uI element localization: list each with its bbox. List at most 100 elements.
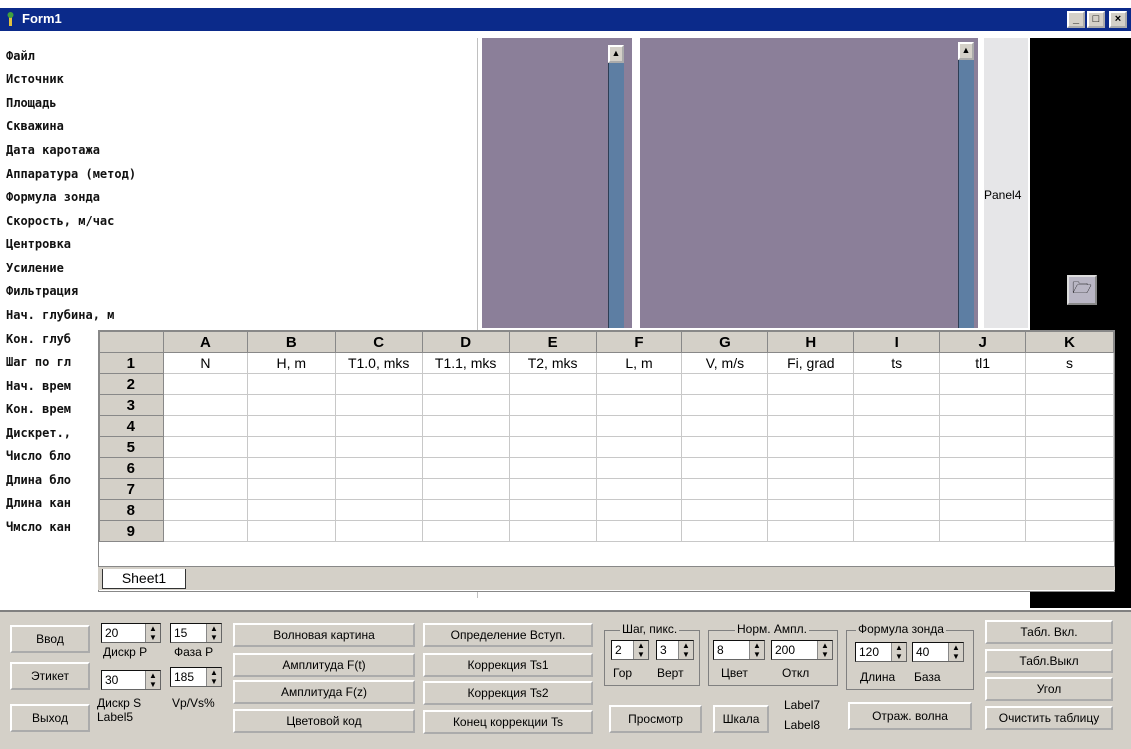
sheet-cell[interactable] <box>853 415 941 437</box>
sheet-cell[interactable] <box>767 415 855 437</box>
info-item[interactable]: Длина бло <box>6 473 71 487</box>
sheet-cell[interactable] <box>1025 499 1114 521</box>
sheet-cell[interactable] <box>334 478 423 500</box>
sheet-cell[interactable] <box>767 436 855 458</box>
table-off-button[interactable]: Табл.Выкл <box>985 649 1113 673</box>
sheet-cell[interactable] <box>246 499 336 521</box>
sheet-cell[interactable] <box>939 499 1027 521</box>
color-code-button[interactable]: Цветовой код <box>233 709 415 733</box>
spin-arrows-icon[interactable]: ▲ ▼ <box>206 668 221 686</box>
sheet-cell[interactable] <box>246 415 336 437</box>
sheet-cell[interactable] <box>246 478 336 500</box>
info-item[interactable]: Чмсло кан <box>6 520 71 534</box>
column-header[interactable]: F <box>595 331 683 353</box>
row-header[interactable]: 6 <box>99 457 164 479</box>
base-spinner[interactable]: 40 ▲ ▼ <box>912 642 964 662</box>
sheet-cell[interactable] <box>421 520 510 542</box>
info-item[interactable]: Файл <box>6 49 35 63</box>
column-header[interactable]: E <box>508 331 597 353</box>
preview-button[interactable]: Просмотр <box>609 705 702 733</box>
sheet-cell[interactable] <box>767 499 855 521</box>
sheet-cell[interactable] <box>767 520 855 542</box>
spin-arrows-icon[interactable]: ▲ ▼ <box>948 643 963 661</box>
sheet-cell[interactable] <box>681 520 769 542</box>
info-item[interactable]: Длина кан <box>6 496 71 510</box>
sheet-cell[interactable] <box>508 373 597 395</box>
info-item[interactable]: Фильтрация <box>6 284 78 298</box>
spin-arrows-icon[interactable]: ▲ ▼ <box>206 624 221 642</box>
wave-left-scrollbar[interactable] <box>608 45 624 328</box>
info-item[interactable]: Кон. глуб <box>6 332 71 346</box>
faza-p-spinner[interactable]: 15 ▲ ▼ <box>170 623 222 643</box>
wave-right-scrollbar[interactable] <box>958 42 974 328</box>
sheet-cell[interactable] <box>162 499 248 521</box>
sheet-cell[interactable] <box>246 373 336 395</box>
info-item[interactable]: Скважина <box>6 119 64 133</box>
column-header[interactable]: K <box>1025 331 1114 353</box>
sheet-cell[interactable] <box>853 436 941 458</box>
sheet-cell[interactable] <box>334 520 423 542</box>
angle-button[interactable]: Угол <box>985 677 1113 701</box>
info-item[interactable]: Кон. врем <box>6 402 71 416</box>
column-header[interactable]: I <box>853 331 941 353</box>
sheet-cell[interactable] <box>1025 415 1114 437</box>
info-item[interactable]: Площадь <box>6 96 57 110</box>
sheet-cell[interactable] <box>162 457 248 479</box>
open-folder-button[interactable]: 🗁 <box>1067 275 1097 305</box>
info-item[interactable]: Скорость, м/час <box>6 214 114 228</box>
sheet-cell[interactable] <box>681 499 769 521</box>
sheet-cell[interactable] <box>421 394 510 416</box>
sheet-cell[interactable] <box>162 373 248 395</box>
sheet-cell[interactable] <box>595 394 683 416</box>
maximize-button[interactable]: □ <box>1087 11 1105 28</box>
scroll-up-icon[interactable]: ▲ <box>608 45 624 63</box>
sheet-cell[interactable] <box>334 457 423 479</box>
norm-color-spinner[interactable]: 8 ▲ ▼ <box>713 640 765 660</box>
sheet-cell[interactable] <box>681 394 769 416</box>
sheet-cell[interactable] <box>508 457 597 479</box>
corner-cell[interactable] <box>99 331 164 353</box>
row-header[interactable]: 8 <box>99 499 164 521</box>
sheet-cell[interactable] <box>767 373 855 395</box>
sheet-cell[interactable] <box>853 499 941 521</box>
clear-table-button[interactable]: Очистить таблицу <box>985 706 1113 730</box>
info-item[interactable]: Формула зонда <box>6 190 100 204</box>
sheet-cell[interactable] <box>1025 520 1114 542</box>
sheet-cell[interactable]: T1.1, mks <box>421 352 510 374</box>
sheet-cell[interactable] <box>595 373 683 395</box>
sheet-cell[interactable] <box>421 436 510 458</box>
column-header[interactable]: B <box>246 331 336 353</box>
row-header[interactable]: 1 <box>99 352 164 374</box>
sheet-cell[interactable] <box>1025 478 1114 500</box>
sheet-cell[interactable] <box>853 457 941 479</box>
spin-arrows-icon[interactable]: ▲ ▼ <box>817 641 832 659</box>
sheet-cell[interactable]: H, m <box>246 352 336 374</box>
sheet-cell[interactable] <box>334 373 423 395</box>
sheet-cell[interactable] <box>767 457 855 479</box>
vvod-button[interactable]: Ввод <box>10 625 90 653</box>
sheet-cell[interactable] <box>334 436 423 458</box>
step-vert-spinner[interactable]: 3 ▲ ▼ <box>656 640 694 660</box>
amplitude-z-button[interactable]: Амплитуда F(z) <box>233 680 415 704</box>
info-item[interactable]: Усиление <box>6 261 64 275</box>
sheet-cell[interactable] <box>595 499 683 521</box>
sheet-cell[interactable] <box>939 478 1027 500</box>
row-header[interactable]: 7 <box>99 478 164 500</box>
spin-arrows-icon[interactable]: ▲ ▼ <box>891 643 906 661</box>
info-item[interactable]: Центровка <box>6 237 71 251</box>
correction-ts2-button[interactable]: Коррекция Ts2 <box>423 681 593 705</box>
sheet-cell[interactable] <box>421 415 510 437</box>
column-header[interactable]: J <box>939 331 1027 353</box>
column-header[interactable]: G <box>681 331 769 353</box>
sheet-cell[interactable] <box>681 457 769 479</box>
info-item[interactable]: Нач. врем <box>6 379 71 393</box>
detect-arrival-button[interactable]: Определение Вступ. <box>423 623 593 647</box>
sheet-cell[interactable] <box>595 478 683 500</box>
scroll-up-icon[interactable]: ▲ <box>958 42 974 60</box>
sheet-cell[interactable] <box>595 415 683 437</box>
reflected-wave-button[interactable]: Отраж. волна <box>848 702 972 730</box>
sheet-cell[interactable]: ts <box>853 352 941 374</box>
info-item[interactable]: Дискрет., <box>6 426 71 440</box>
disk-p-spinner[interactable]: 20 ▲ ▼ <box>101 623 161 643</box>
row-header[interactable]: 9 <box>99 520 164 542</box>
